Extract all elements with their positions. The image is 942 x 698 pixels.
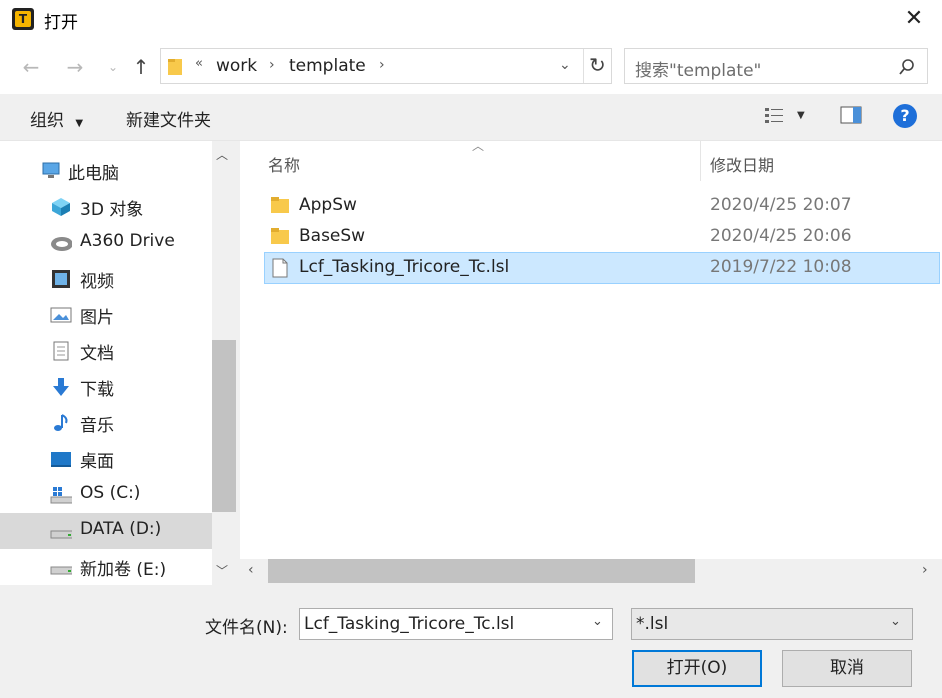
folder-icon: [271, 228, 289, 244]
close-icon[interactable]: ✕: [899, 6, 929, 32]
preview-pane-icon[interactable]: [840, 106, 862, 124]
sidebar-item-label: 此电脑: [68, 164, 119, 184]
scroll-down-icon[interactable]: ﹀: [216, 562, 228, 579]
sidebar-item-pictures[interactable]: 图片: [0, 297, 212, 333]
scroll-left-icon[interactable]: ‹: [248, 562, 254, 578]
filename-value: Lcf_Tasking_Tricore_Tc.lsl: [304, 614, 515, 634]
video-icon: [52, 270, 70, 288]
desktop-icon: [51, 452, 71, 467]
sidebar-item-label: DATA (D:): [80, 519, 162, 539]
sidebar-item-3d-objects[interactable]: 3D 对象: [0, 189, 212, 225]
sidebar-item-label: A360 Drive: [80, 231, 175, 251]
file-date: 2019/7/22 10:08: [710, 257, 852, 277]
sidebar-item-label: 桌面: [80, 452, 114, 472]
download-icon: [53, 378, 69, 396]
column-divider: [700, 141, 701, 181]
chevron-right-icon[interactable]: ›: [379, 57, 385, 73]
list-item-selected[interactable]: Lcf_Tasking_Tricore_Tc.lsl 2019/7/22 10:…: [264, 252, 940, 284]
search-box[interactable]: 搜索"template": [624, 48, 928, 84]
list-item[interactable]: AppSw 2020/4/25 20:07: [264, 190, 940, 222]
window-title: 打开: [44, 13, 78, 33]
sidebar-item-this-pc[interactable]: 此电脑: [0, 153, 212, 189]
view-options-icon[interactable]: [764, 106, 784, 124]
sidebar-item-label: 新加卷 (E:): [80, 560, 167, 580]
caret-down-icon[interactable]: ▼: [797, 110, 805, 121]
column-header-name[interactable]: 名称: [268, 152, 300, 176]
filename-input[interactable]: Lcf_Tasking_Tricore_Tc.lsl ⌄: [299, 608, 613, 640]
app-icon: [12, 8, 34, 30]
sidebar-item-music[interactable]: 音乐: [0, 405, 212, 441]
file-type-value: *.lsl: [636, 614, 669, 634]
os-drive-icon: [50, 487, 72, 504]
address-bar[interactable]: « work › template › ⌄ ↻: [160, 48, 612, 84]
document-icon: [53, 341, 69, 361]
sidebar-item-desktop[interactable]: 桌面: [0, 441, 212, 477]
sidebar-item-label: 音乐: [80, 416, 114, 436]
organize-button[interactable]: 组织 ▼: [30, 106, 83, 131]
sidebar-item-downloads[interactable]: 下载: [0, 369, 212, 405]
picture-icon: [50, 307, 72, 323]
sidebar-scroll-thumb[interactable]: [212, 340, 236, 512]
sort-ascending-icon: ︿: [472, 139, 485, 153]
scroll-right-icon[interactable]: ›: [922, 562, 928, 578]
list-item[interactable]: BaseSw 2020/4/25 20:06: [264, 221, 940, 253]
folder-icon: [168, 59, 182, 75]
sidebar-item-label: OS (C:): [80, 483, 141, 503]
open-button[interactable]: 打开(O): [632, 650, 762, 687]
chevron-right-icon[interactable]: ›: [269, 57, 275, 73]
organize-label: 组织: [30, 111, 64, 131]
breadcrumb-item-work[interactable]: work: [216, 56, 257, 76]
drive-icon: [50, 566, 72, 575]
sidebar-item-data-d[interactable]: DATA (D:): [0, 513, 212, 549]
file-list: ︿ 名称 修改日期 AppSw 2020/4/25 20:07 BaseSw 2…: [240, 139, 942, 559]
chevron-down-icon: ⌄: [890, 614, 901, 629]
file-icon: [272, 258, 288, 278]
music-icon: [54, 414, 68, 431]
file-date: 2020/4/25 20:06: [710, 226, 852, 246]
breadcrumb-overflow[interactable]: «: [195, 56, 203, 71]
sidebar-item-videos[interactable]: 视频: [0, 261, 212, 297]
chevron-down-icon[interactable]: ⌄: [592, 614, 603, 629]
file-date: 2020/4/25 20:07: [710, 195, 852, 215]
sidebar-item-label: 图片: [80, 308, 114, 328]
refresh-icon[interactable]: ↻: [589, 53, 606, 77]
title-bar: [0, 0, 942, 40]
search-input[interactable]: 搜索"template": [635, 56, 761, 81]
horizontal-scroll-thumb[interactable]: [268, 559, 695, 583]
computer-icon: [42, 162, 60, 178]
caret-down-icon: ▼: [75, 118, 84, 129]
file-name: BaseSw: [299, 226, 366, 246]
file-name: Lcf_Tasking_Tricore_Tc.lsl: [299, 257, 510, 277]
sidebar-item-new-volume-e[interactable]: 新加卷 (E:): [0, 549, 212, 585]
divider: [583, 49, 584, 83]
sidebar-item-label: 下载: [80, 380, 114, 400]
folder-icon: [271, 197, 289, 213]
filename-label: 文件名(N):: [205, 618, 288, 638]
arrow-left-icon[interactable]: ←: [18, 54, 44, 80]
help-icon[interactable]: ?: [893, 104, 917, 128]
sidebar-item-label: 文档: [80, 344, 114, 364]
sidebar-item-documents[interactable]: 文档: [0, 333, 212, 369]
cancel-button[interactable]: 取消: [782, 650, 912, 687]
chevron-down-icon[interactable]: ⌄: [100, 54, 126, 80]
arrow-right-icon[interactable]: →: [62, 54, 88, 80]
file-type-select[interactable]: *.lsl ⌄: [631, 608, 913, 640]
sidebar-item-label: 3D 对象: [80, 200, 144, 220]
arrow-up-icon[interactable]: ↑: [128, 54, 154, 80]
search-icon[interactable]: [899, 59, 915, 75]
scroll-up-icon[interactable]: ︿: [216, 146, 228, 163]
sidebar-item-label: 视频: [80, 272, 114, 292]
sidebar-item-os-c[interactable]: OS (C:): [0, 477, 212, 513]
new-folder-button[interactable]: 新建文件夹: [126, 106, 211, 131]
cloud-drive-icon: [51, 237, 72, 251]
cube-icon: [52, 198, 70, 216]
sidebar-item-a360-drive[interactable]: A360 Drive: [0, 225, 212, 261]
breadcrumb-item-template[interactable]: template: [289, 56, 366, 76]
column-header-modified[interactable]: 修改日期: [710, 152, 774, 176]
drive-icon: [50, 530, 72, 539]
file-name: AppSw: [299, 195, 357, 215]
history-dropdown-icon[interactable]: ⌄: [559, 57, 571, 73]
